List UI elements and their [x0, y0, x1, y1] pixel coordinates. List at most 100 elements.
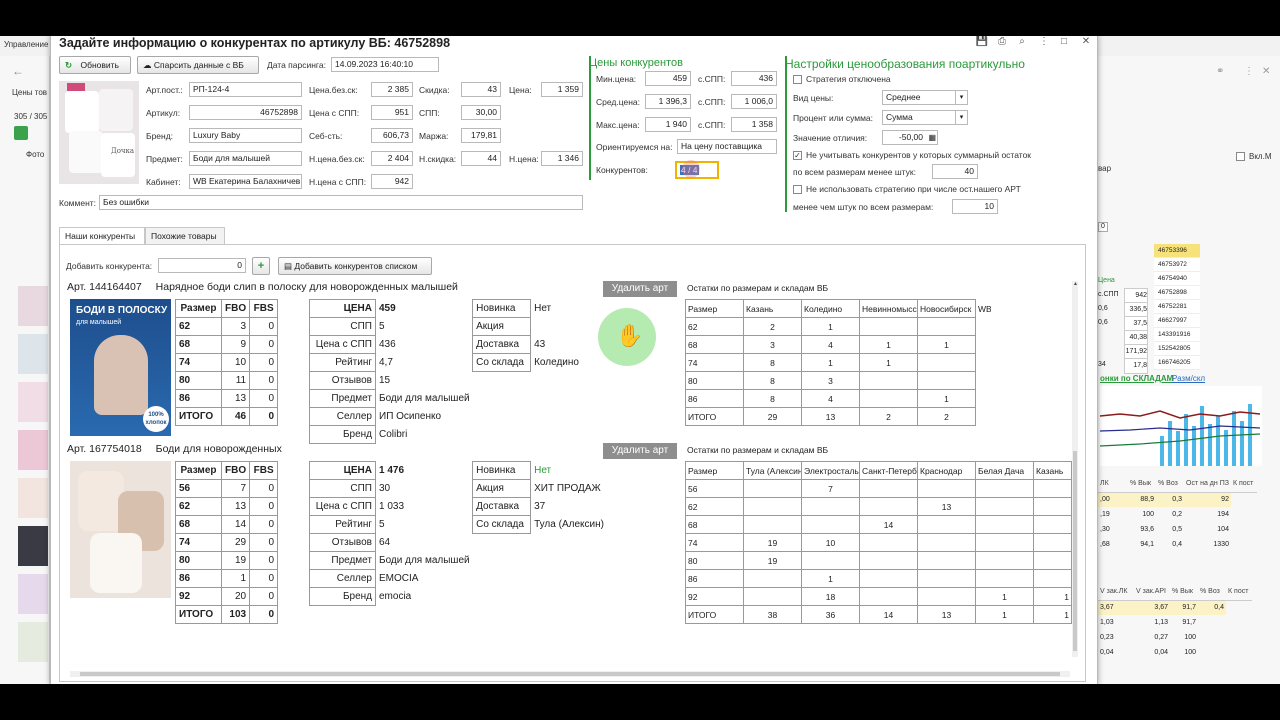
- back-icon[interactable]: ←: [12, 64, 24, 78]
- stock-cell: 2: [917, 407, 976, 426]
- size-cell: 20: [220, 587, 251, 606]
- table-row[interactable]: 0,23 0,27 100: [1098, 630, 1252, 645]
- calculator-icon[interactable]: ▦: [928, 131, 936, 144]
- price-spp-field[interactable]: 951: [371, 105, 413, 120]
- orient-field[interactable]: На цену поставщика: [677, 139, 777, 154]
- table-cell: 1,03: [1100, 619, 1114, 626]
- strategy-off-checkbox[interactable]: Стратегия отключена: [793, 74, 891, 85]
- maximize-icon[interactable]: □: [1057, 36, 1071, 48]
- competitor-name[interactable]: Нарядное боди слип в полоску для новорож…: [156, 281, 458, 293]
- refresh-button[interactable]: ↻ Обновить: [59, 56, 131, 74]
- column-header[interactable]: V зак.API: [1134, 584, 1170, 601]
- column-header[interactable]: % Вык: [1128, 476, 1156, 493]
- find-icon[interactable]: ⌕: [1015, 36, 1029, 48]
- ignore-checkbox[interactable]: ✓ Не учитывать конкурентов у которых сумм…: [793, 150, 1031, 161]
- nprice-spp-field[interactable]: 942: [371, 174, 413, 189]
- column-header: Казань: [743, 299, 802, 318]
- price-list-row: Цена: [1098, 274, 1168, 288]
- column-header[interactable]: К пост: [1226, 584, 1252, 601]
- table-row[interactable]: ,68 94,1 0,4 1330: [1098, 537, 1257, 552]
- comment-field[interactable]: Без ошибки: [99, 195, 583, 210]
- size-cell: 80: [175, 371, 222, 390]
- article-item[interactable]: 46753972: [1154, 258, 1200, 272]
- column-header[interactable]: % Воз: [1198, 584, 1226, 601]
- link-icon[interactable]: ⚭: [1216, 66, 1224, 77]
- diff-field[interactable]: -50,00 ▦: [882, 130, 938, 145]
- vertical-scrollbar[interactable]: ▲: [1072, 281, 1078, 657]
- price-field[interactable]: 1 359: [541, 82, 583, 97]
- column-header[interactable]: % Воз: [1156, 476, 1184, 493]
- right-checkbox[interactable]: Вкл.М: [1236, 152, 1271, 162]
- delete-article-button[interactable]: Удалить арт: [603, 281, 677, 297]
- min-spp-field[interactable]: 436: [731, 71, 777, 86]
- brand-field[interactable]: Luxury Baby: [189, 128, 302, 143]
- table-row[interactable]: ,19 100 0,2 194: [1098, 507, 1257, 522]
- cabinet-field[interactable]: WB Екатерина Балахничев: [189, 174, 302, 189]
- cost-field[interactable]: 606,73: [371, 128, 413, 143]
- scroll-thumb-h[interactable]: [80, 672, 1060, 676]
- art-post-field[interactable]: РП-124-4: [189, 82, 302, 97]
- add-list-button[interactable]: ▤ Добавить конкурентов списком: [278, 257, 432, 275]
- tab-competitors[interactable]: Наши конкуренты: [59, 227, 145, 245]
- column-header: Коледино: [801, 299, 860, 318]
- percent-select[interactable]: Сумма ▾: [882, 110, 968, 125]
- nprice-noskid-field[interactable]: 2 404: [371, 151, 413, 166]
- nouse-checkbox[interactable]: Не использовать стратегию при числе ост.…: [793, 184, 1021, 195]
- margin-field[interactable]: 179,81: [461, 128, 501, 143]
- competitor-name[interactable]: Боди для новорожденных: [156, 443, 282, 455]
- nouse-value-field[interactable]: 10: [952, 199, 998, 214]
- right-tab-sizes[interactable]: Разм/скл: [1172, 374, 1205, 383]
- close-icon[interactable]: ✕: [1079, 36, 1093, 48]
- more-icon[interactable]: ⋮: [1244, 66, 1254, 77]
- scroll-thumb[interactable]: [1073, 451, 1077, 651]
- scroll-up-icon[interactable]: ▲: [1073, 281, 1078, 287]
- ndiscount-field[interactable]: 44: [461, 151, 501, 166]
- stock-cell: 68: [685, 335, 744, 354]
- save-icon[interactable]: 💾: [975, 36, 989, 48]
- column-header[interactable]: % Вык: [1170, 584, 1198, 601]
- delete-article-button[interactable]: Удалить арт: [603, 443, 677, 459]
- table-row[interactable]: 3,67 3,67 91,7 0,4: [1098, 600, 1252, 615]
- spp-field[interactable]: 30,00: [461, 105, 501, 120]
- subject-field[interactable]: Боди для малышей: [189, 151, 302, 166]
- add-button[interactable]: +: [252, 257, 270, 275]
- table-row[interactable]: ,30 93,6 0,5 104: [1098, 522, 1257, 537]
- right-tab-warehouses[interactable]: онки по СКЛАДАМ: [1100, 374, 1173, 383]
- competitor-article[interactable]: 144164407: [89, 281, 142, 293]
- add-competitor-field[interactable]: 0: [158, 258, 246, 273]
- price-noskid-field[interactable]: 2 385: [371, 82, 413, 97]
- table-row[interactable]: 1,03 1,13 91,7: [1098, 615, 1252, 630]
- size-cell: 0: [249, 335, 279, 354]
- more-icon[interactable]: ⋮: [1037, 36, 1051, 48]
- min-price-field[interactable]: 459: [645, 71, 691, 86]
- discount-field[interactable]: 43: [461, 82, 501, 97]
- parse-button[interactable]: ☁ Спарсить данные с ВБ: [137, 56, 259, 74]
- right-num[interactable]: 0: [1098, 222, 1108, 232]
- close-icon[interactable]: ✕: [1262, 66, 1270, 77]
- size-cell: 0: [249, 353, 279, 372]
- competitor-article[interactable]: 167754018: [89, 443, 142, 455]
- max-spp-field[interactable]: 1 358: [731, 117, 777, 132]
- avg-spp-field[interactable]: 1 006,0: [731, 94, 777, 109]
- avg-price-field[interactable]: 1 396,3: [645, 94, 691, 109]
- article-item[interactable]: 46753396: [1154, 244, 1200, 258]
- tab-similar[interactable]: Похожие товары: [145, 227, 225, 245]
- max-price-field[interactable]: 1 940: [645, 117, 691, 132]
- ignore-value-field[interactable]: 40: [932, 164, 978, 179]
- price-type-select[interactable]: Среднее ▾: [882, 90, 968, 105]
- horizontal-scrollbar[interactable]: [70, 671, 1070, 677]
- column-header[interactable]: V зак.ЛК: [1098, 584, 1134, 601]
- nprice-field[interactable]: 1 346: [541, 151, 583, 166]
- stock-row: 62 13: [685, 497, 1072, 516]
- parse-date-field[interactable]: 14.09.2023 16:40:10: [331, 57, 439, 72]
- print-icon[interactable]: ⎙: [995, 36, 1009, 48]
- article-field[interactable]: 46752898: [189, 105, 302, 120]
- table-row[interactable]: ,00 88,9 0,3 92: [1098, 492, 1257, 507]
- table-row[interactable]: 0,04 0,04 100: [1098, 645, 1252, 660]
- ok-icon[interactable]: [14, 126, 28, 140]
- size-table: Размер FBO FBS 56 7 0 62 13 0 68 14 0 74 29 0 80 19 0 86 1 0…: [175, 461, 279, 624]
- column-header[interactable]: Ост на дн ПЗ: [1184, 476, 1231, 493]
- column-header[interactable]: ЛК: [1098, 476, 1128, 493]
- column-header[interactable]: К пост: [1230, 476, 1257, 493]
- app-tab[interactable]: Управление: [4, 40, 48, 49]
